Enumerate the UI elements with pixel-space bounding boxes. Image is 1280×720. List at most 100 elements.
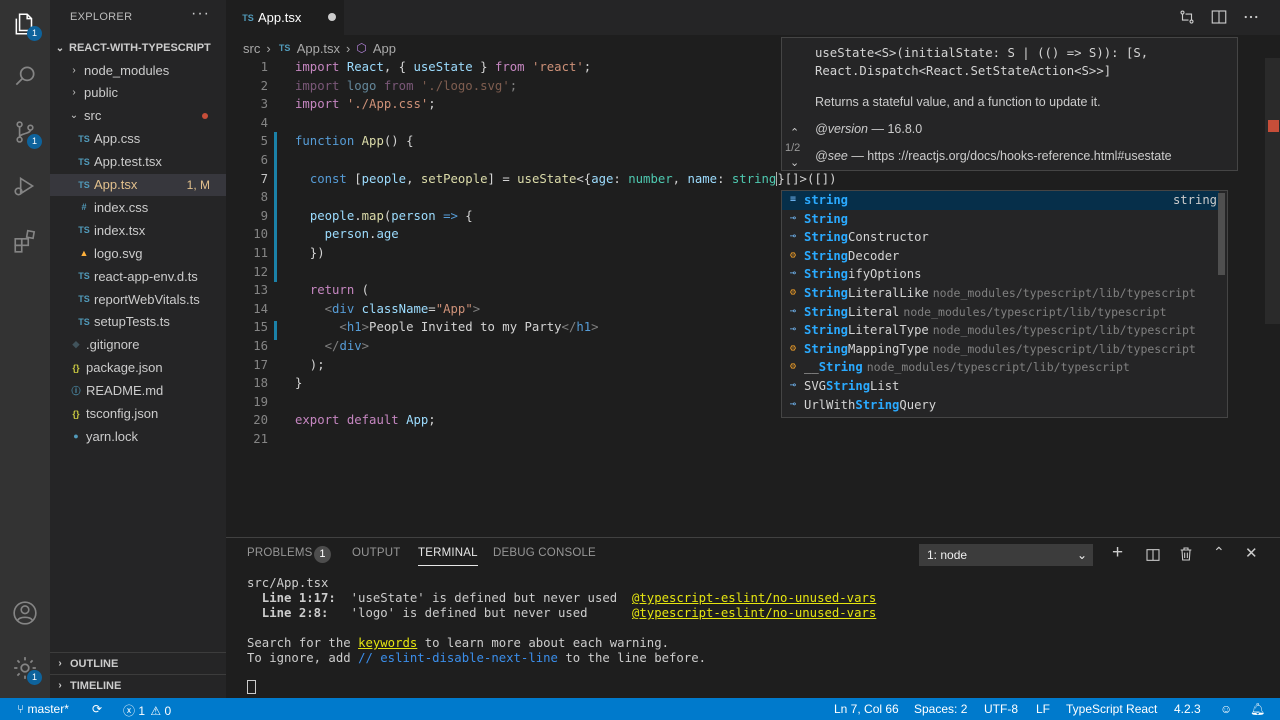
compare-changes-icon[interactable] — [1178, 8, 1196, 26]
chevron-right-icon: › — [266, 40, 271, 56]
file-item[interactable]: TS index.tsx — [50, 219, 226, 241]
file-item[interactable]: # index.css — [50, 196, 226, 218]
workspace-root[interactable]: ⌄ REACT-WITH-TYPESCRIPT — [50, 37, 226, 59]
suggestion-item[interactable]: ⊸ StringConstructor — [782, 228, 1219, 247]
suggestion-type: string — [1172, 193, 1217, 207]
suggestion-item[interactable]: ⊸ StringLiteral node_modules/typescript/li… — [782, 303, 1219, 322]
suggest-scrollbar[interactable] — [1218, 193, 1225, 275]
tab-app-tsx[interactable]: TS App.tsx — [226, 0, 344, 35]
tab-output[interactable]: OUTPUT — [352, 547, 400, 559]
suggestion-suffix: ifyOptions — [848, 267, 922, 282]
file-item[interactable]: TS App.css — [50, 128, 226, 150]
split-editor-icon[interactable] — [1210, 8, 1228, 26]
breadcrumb-file[interactable]: App.tsx — [297, 41, 340, 56]
file-item[interactable]: TS setupTests.ts — [50, 311, 226, 333]
code-line: return ( — [309, 283, 370, 298]
folder-item[interactable]: › node_modules — [50, 59, 226, 81]
typescript-file-icon: TS — [278, 43, 291, 53]
suggestion-suffix: MappingType — [848, 341, 929, 356]
file-item[interactable]: ◆ .gitignore — [50, 334, 226, 356]
new-terminal-plus-icon[interactable]: + — [1112, 542, 1123, 564]
file-item[interactable]: {} package.json — [50, 357, 226, 379]
manage-gear-icon[interactable]: 1 — [0, 644, 50, 692]
branch-status[interactable]: ⑂ master* — [17, 702, 69, 716]
modified-dot-icon — [202, 112, 208, 119]
trash-icon[interactable] — [1178, 546, 1194, 562]
more-actions-icon[interactable]: ··· — [191, 5, 210, 23]
file-item[interactable]: ⓘ README.md — [50, 380, 226, 402]
extensions-icon[interactable] — [0, 217, 50, 265]
suggestion-item[interactable]: ⚙ StringDecoder — [782, 247, 1219, 266]
tab-problems[interactable]: PROBLEMS — [247, 547, 313, 559]
outline-section[interactable]: › OUTLINE — [50, 652, 226, 674]
chevron-down-icon[interactable]: ⌄ — [790, 156, 799, 169]
autocomplete-suggestions: ≡ string string ⊸ String ⊸ StringConstructor ⚙ S… — [781, 190, 1228, 418]
folder-item[interactable]: › public — [50, 82, 226, 104]
sync-icon[interactable]: ⟳ — [92, 702, 102, 716]
tab-terminal[interactable]: TERMINAL — [418, 547, 478, 566]
breadcrumb-symbol[interactable]: App — [373, 41, 396, 56]
cursor-position[interactable]: Ln 7, Col 66 — [834, 702, 899, 716]
language-mode[interactable]: TypeScript React — [1066, 702, 1157, 716]
accounts-icon[interactable] — [0, 589, 50, 637]
ts-version[interactable]: 4.2.3 — [1174, 702, 1201, 716]
suggestion-item[interactable]: ⊸ StringifyOptions — [782, 265, 1219, 284]
code-line: import React, { useState } from 'react'; — [295, 60, 592, 74]
file-label: tsconfig.json — [86, 406, 159, 421]
suggestion-item[interactable]: ⊸ UrlWithStringQuery — [782, 396, 1219, 415]
search-icon[interactable] — [0, 52, 50, 100]
chevron-up-icon[interactable]: ⌃ — [790, 126, 799, 139]
end-of-line[interactable]: LF — [1036, 702, 1050, 716]
file-item[interactable]: TS App.tsx 1, M — [50, 173, 226, 196]
suggestion-match: String — [818, 360, 863, 375]
unsaved-dot-icon[interactable] — [328, 13, 336, 21]
suggestion-item[interactable]: ⊸ StringLiteralType node_modules/typescrip… — [782, 321, 1219, 340]
suggestion-item[interactable]: ⊸ SVGStringList — [782, 377, 1219, 396]
run-debug-icon[interactable] — [0, 162, 50, 210]
suggestion-item[interactable]: ⚙ __String node_modules/typescript/lib/typ… — [782, 358, 1219, 377]
code-line: const [people, setPeople] = useState<{ag… — [309, 171, 837, 186]
git-modified-gutter — [274, 132, 277, 282]
more-actions-icon[interactable] — [1242, 8, 1260, 26]
keywords-link[interactable]: keywords — [358, 636, 417, 650]
problems-status[interactable]: ⓧ 1 ⚠ 0 — [123, 702, 171, 719]
tab-debug-console[interactable]: DEBUG CONSOLE — [493, 547, 596, 559]
class-symbol-icon: ⚙ — [789, 361, 797, 373]
maximize-panel-chevron-up-icon[interactable]: ⌃ — [1213, 544, 1225, 561]
file-item[interactable]: ● yarn.lock — [50, 425, 226, 447]
terminal-line: Line 1:17: 'useState' is defined but nev… — [247, 591, 877, 606]
suggestion-item[interactable]: ≡ string string — [782, 191, 1219, 210]
close-panel-icon[interactable]: ✕ — [1245, 544, 1258, 562]
file-item[interactable]: ▲ logo.svg — [50, 242, 226, 264]
suggestion-suffix: Literal — [848, 304, 900, 319]
eslint-rule-link[interactable]: @typescript-eslint/no-unused-vars — [632, 606, 876, 620]
eslint-rule-link[interactable]: @typescript-eslint/no-unused-vars — [632, 591, 876, 605]
terminal-select[interactable]: 1: node ⌄ — [919, 544, 1093, 566]
suggestion-item[interactable]: ⚙ StringMappingType node_modules/typescrip… — [782, 340, 1219, 359]
encoding[interactable]: UTF-8 — [984, 702, 1018, 716]
folder-item[interactable]: ⌄ src — [50, 105, 226, 127]
minimap[interactable] — [1265, 58, 1280, 324]
file-item[interactable]: TS react-app-env.d.ts — [50, 265, 226, 287]
suggestion-item[interactable]: ⚙ StringLiteralLike node_modules/typescrip… — [782, 284, 1219, 303]
terminal-cursor[interactable] — [247, 680, 256, 694]
file-label: reportWebVitals.ts — [94, 291, 200, 307]
suggestion-item[interactable]: ⊸ String — [782, 210, 1219, 229]
timeline-section[interactable]: › TIMELINE — [50, 674, 226, 696]
file-item[interactable]: TS App.test.tsx — [50, 151, 226, 173]
suggestion-match: String — [804, 323, 849, 338]
source-control-icon[interactable]: 1 — [0, 108, 50, 156]
file-item[interactable]: {} tsconfig.json — [50, 403, 226, 425]
feedback-icon[interactable]: ☺ — [1220, 702, 1232, 716]
file-item[interactable]: TS reportWebVitals.ts — [50, 288, 226, 310]
split-terminal-icon[interactable] — [1145, 547, 1161, 563]
breadcrumb-folder[interactable]: src — [243, 41, 260, 56]
suggestion-match: String — [804, 304, 849, 319]
indentation[interactable]: Spaces: 2 — [914, 702, 967, 716]
suggestion-suffix: List — [870, 379, 900, 393]
terminal-select-value: 1: node — [927, 548, 968, 562]
explorer-icon[interactable]: 1 — [0, 0, 50, 48]
version-value: — 16.8.0 — [871, 122, 923, 136]
notifications-bell-icon[interactable]: 🔔︎ — [1250, 702, 1265, 716]
file-label: App.test.tsx — [94, 154, 162, 170]
